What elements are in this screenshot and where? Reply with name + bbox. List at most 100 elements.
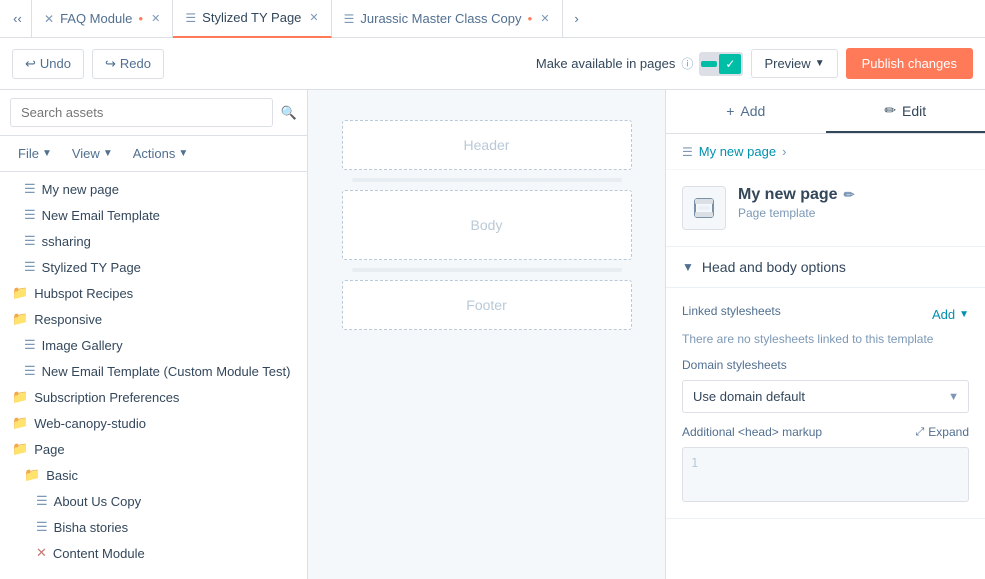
tab-stylized-close[interactable]: ✕	[309, 11, 318, 24]
tab-stylized-ty[interactable]: ☰ Stylized TY Page ✕	[173, 0, 331, 38]
page-info: My new page ✏ Page template	[666, 170, 985, 247]
actions-chevron-icon: ▼	[178, 148, 188, 159]
domain-select[interactable]: Use domain default	[682, 380, 969, 413]
panel-stylesheets: Linked stylesheets Add ▼ There are no st…	[666, 288, 985, 519]
view-menu-button[interactable]: View ▼	[64, 142, 121, 165]
expand-button[interactable]: ⤢ Expand	[915, 425, 969, 439]
sidebar-item-label: ssharing	[42, 234, 299, 249]
undo-button[interactable]: ↩ Undo	[12, 49, 84, 79]
sidebar-item-page[interactable]: 📁 Page	[0, 436, 307, 462]
sidebar-item-label: Subscription Preferences	[34, 390, 299, 405]
right-panel-header: + Add ✏ Edit	[666, 90, 985, 134]
sidebar-item-hubspot-recipes[interactable]: 📁 Hubspot Recipes	[0, 280, 307, 306]
sidebar-item-label: Basic	[46, 468, 299, 483]
page-name: My new page ✏	[738, 186, 969, 204]
publish-button[interactable]: Publish changes	[846, 48, 973, 79]
template-line-1	[352, 178, 622, 182]
tab-jurassic-icon: ☰	[344, 12, 355, 26]
sidebar-item-label: Image Gallery	[42, 338, 299, 353]
expand-label: Expand	[928, 425, 969, 439]
file-chevron-icon: ▼	[42, 148, 52, 159]
page-template: Header Body Footer	[342, 120, 632, 330]
doc-icon: ☰	[24, 181, 36, 197]
header-label: Header	[464, 137, 510, 153]
folder-icon: 📁	[12, 285, 28, 301]
page-name-text: My new page	[738, 186, 838, 204]
undo-label: Undo	[40, 56, 71, 71]
doc-icon: ☰	[36, 519, 48, 535]
sidebar-item-subscription[interactable]: 📁 Subscription Preferences	[0, 384, 307, 410]
add-tab-label: Add	[740, 103, 765, 119]
search-bar: 🔍	[0, 90, 307, 136]
linked-stylesheets-row: Linked stylesheets Add ▼	[682, 304, 969, 324]
make-available-label: Make available in pages	[536, 56, 675, 71]
sidebar-item-bisha-stories[interactable]: ☰ Bisha stories	[0, 514, 307, 540]
sidebar-item-content-module[interactable]: ✕ Content Module	[0, 540, 307, 566]
domain-stylesheets-label: Domain stylesheets	[682, 358, 969, 372]
view-label: View	[72, 146, 100, 161]
breadcrumb-label[interactable]: My new page	[699, 144, 776, 159]
canvas-area[interactable]: Header Body Footer ↗	[308, 90, 665, 579]
tab-faq-close[interactable]: ✕	[151, 12, 160, 25]
toggle-check-state[interactable]: ✓	[719, 54, 741, 74]
template-footer-section: Footer	[342, 280, 632, 330]
sidebar-item-new-email-custom[interactable]: ☰ New Email Template (Custom Module Test…	[0, 358, 307, 384]
tab-bar: ‹‹ ✕ FAQ Module ● ✕ ☰ Stylized TY Page ✕…	[0, 0, 985, 38]
edit-name-icon[interactable]: ✏	[844, 187, 855, 203]
doc-icon: ☰	[24, 259, 36, 275]
toggle-on-state[interactable]	[701, 61, 717, 67]
sidebar-item-image-gallery[interactable]: ☰ Image Gallery	[0, 332, 307, 358]
section-head-body[interactable]: ▼ Head and body options	[666, 247, 985, 288]
sidebar-item-label: Web-canopy-studio	[34, 416, 299, 431]
code-editor[interactable]: 1	[682, 447, 969, 502]
section-title: Head and body options	[702, 259, 846, 275]
search-icon[interactable]: 🔍	[281, 105, 297, 121]
doc-icon: ☰	[24, 233, 36, 249]
sidebar-item-web-canopy[interactable]: 📁 Web-canopy-studio	[0, 410, 307, 436]
sidebar-item-my-new-page[interactable]: ☰ My new page	[0, 176, 307, 202]
actions-menu-button[interactable]: Actions ▼	[125, 142, 197, 165]
doc-icon: ☰	[24, 337, 36, 353]
sidebar-item-ssharing[interactable]: ☰ ssharing	[0, 228, 307, 254]
tab-faq-module[interactable]: ✕ FAQ Module ● ✕	[32, 0, 173, 38]
add-stylesheet-label: Add	[932, 307, 955, 322]
add-plus-icon: +	[726, 103, 734, 119]
edit-pencil-icon: ✏	[884, 102, 896, 119]
sidebar-item-about-us-copy[interactable]: ☰ About Us Copy	[0, 488, 307, 514]
add-stylesheet-button[interactable]: Add ▼	[932, 307, 969, 322]
tab-jurassic[interactable]: ☰ Jurassic Master Class Copy ● ✕	[332, 0, 563, 38]
tab-add[interactable]: + Add	[666, 91, 826, 133]
tab-collapse-button[interactable]: ‹‹	[4, 0, 32, 38]
x-icon: ✕	[36, 545, 47, 561]
redo-button[interactable]: ↪ Redo	[92, 49, 164, 79]
tab-edit[interactable]: ✏ Edit	[826, 90, 985, 133]
page-details: My new page ✏ Page template	[738, 186, 969, 220]
search-input[interactable]	[10, 98, 273, 127]
tab-faq-label: FAQ Module	[60, 11, 132, 26]
tab-faq-icon: ✕	[44, 12, 54, 26]
template-body-section: Body	[342, 190, 632, 260]
toolbar: ↩ Undo ↪ Redo Make available in pages ⓘ …	[0, 38, 985, 90]
toggle-switch[interactable]: ✓	[699, 52, 743, 76]
redo-icon: ↪	[105, 56, 116, 72]
right-panel: + Add ✏ Edit ☰ My new page ›	[665, 90, 985, 579]
sidebar-item-basic[interactable]: 📁 Basic	[0, 462, 307, 488]
preview-button[interactable]: Preview ▼	[751, 49, 837, 78]
sidebar-item-new-email-template[interactable]: ☰ New Email Template	[0, 202, 307, 228]
sidebar-item-stylized-ty-page[interactable]: ☰ Stylized TY Page	[0, 254, 307, 280]
template-line-2	[352, 268, 622, 272]
tab-jurassic-close[interactable]: ✕	[540, 12, 549, 25]
sidebar: 🔍 File ▼ View ▼ Actions ▼ ☰ My new page	[0, 90, 308, 579]
sidebar-item-responsive[interactable]: 📁 Responsive	[0, 306, 307, 332]
undo-icon: ↩	[25, 56, 36, 72]
doc-icon: ☰	[24, 207, 36, 223]
add-chevron-icon: ▼	[959, 309, 969, 320]
tab-stylized-icon: ☰	[185, 11, 196, 25]
file-menu-button[interactable]: File ▼	[10, 142, 60, 165]
expand-icon: ⤢	[915, 426, 924, 439]
no-stylesheets-text: There are no stylesheets linked to this …	[682, 332, 969, 346]
tab-more-button[interactable]: ›	[563, 0, 591, 38]
sidebar-item-label: My new page	[42, 182, 299, 197]
domain-select-wrapper: Use domain default ▼	[682, 380, 969, 413]
tab-faq-dot: ●	[138, 14, 143, 23]
